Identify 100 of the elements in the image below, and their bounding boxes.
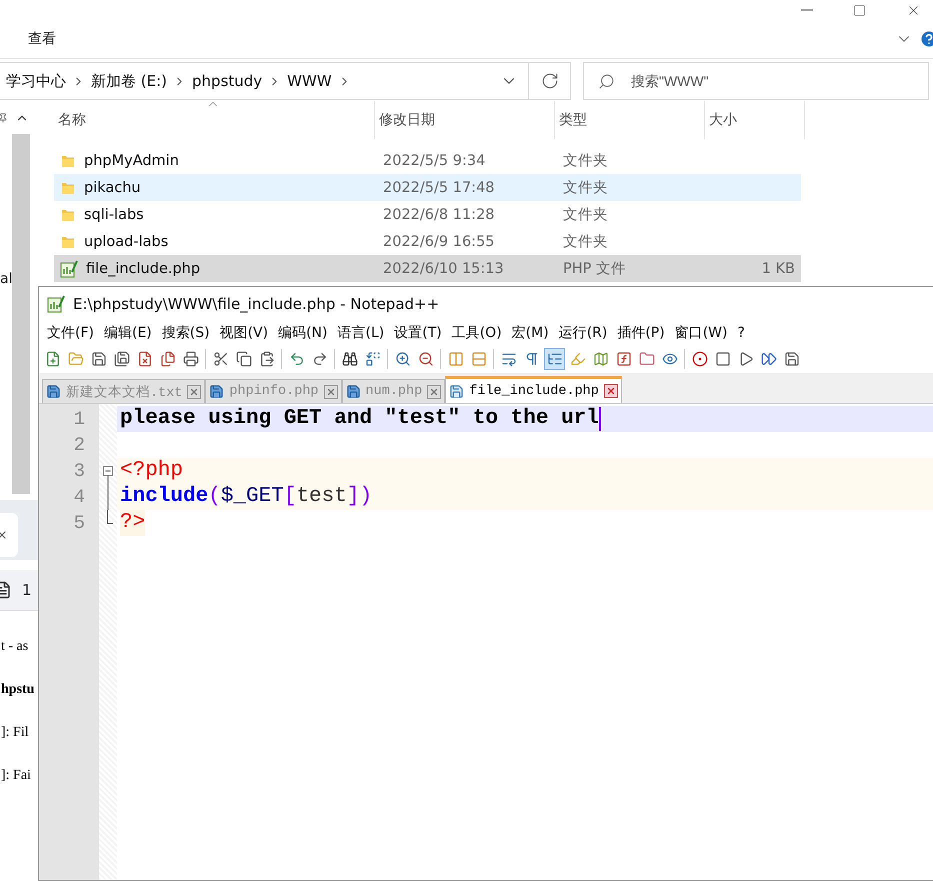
rows-icon [470, 351, 486, 367]
menu-item[interactable]: 语言(L) [332, 324, 390, 342]
fast-forward-icon [760, 351, 776, 367]
close-tab-icon[interactable] [187, 384, 202, 398]
file-name: file_include.php [86, 260, 200, 276]
menu-item[interactable]: 设置(T) [389, 324, 447, 342]
files-icon [160, 351, 176, 367]
window-title: E:\phpstudy\WWW\file_include.php - Notepad++ [73, 295, 440, 313]
save-all-icon [114, 351, 130, 367]
scrollbar-thumb[interactable] [12, 134, 30, 494]
replace-icon [364, 351, 380, 367]
save-icon [90, 351, 106, 367]
line-number: 2 [72, 433, 86, 458]
modified-date: 2022/6/9 16:55 [383, 234, 496, 250]
page-count: 1 [22, 581, 32, 599]
save-icon [209, 384, 224, 399]
file-name: pikachu [84, 180, 141, 196]
close-tab-icon[interactable] [604, 384, 618, 398]
highlighter-icon [570, 351, 586, 367]
line-number: 3 [72, 459, 86, 484]
record-icon [692, 351, 708, 367]
minimize-button[interactable] [801, 9, 813, 11]
file-name: upload-labs [84, 234, 168, 250]
binoculars-icon [342, 351, 358, 367]
page-text: ]: Fil [0, 725, 29, 741]
menu-item[interactable]: 宏(M) [506, 324, 554, 342]
refresh-button[interactable] [529, 62, 571, 100]
line-number: 5 [72, 511, 86, 536]
breadcrumb-item[interactable]: WWW [281, 72, 338, 90]
close-tab-icon[interactable] [324, 384, 338, 398]
fold-line-icon [106, 484, 108, 510]
function-icon [616, 351, 632, 367]
refresh-icon [540, 72, 558, 90]
save-icon [784, 351, 800, 367]
text-cursor [598, 407, 601, 431]
printer-icon [182, 351, 198, 367]
file-type: PHP 文件 [563, 260, 628, 278]
pin-icon [0, 112, 8, 122]
ribbon-tab[interactable]: 查看 [28, 30, 56, 48]
breadcrumb-item[interactable]: 新加卷 (E:) [85, 72, 174, 90]
new-file-icon [44, 351, 60, 367]
address-bar[interactable]: 学习中心 新加卷 (E:) phpstudy WWW [0, 62, 529, 100]
copy-icon [236, 351, 252, 367]
search-box[interactable]: 搜索"WWW" [583, 62, 929, 100]
file-row[interactable]: pikachu 2022/5/5 17:48 文件夹 [54, 174, 801, 201]
folder-icon [68, 351, 84, 367]
modified-date: 2022/5/5 9:34 [383, 152, 486, 168]
menu-item[interactable]: 搜索(S) [156, 324, 215, 342]
maximize-button[interactable] [853, 4, 866, 16]
save-icon [46, 384, 61, 399]
file-row[interactable]: file_include.php 2022/6/10 15:13 PHP 文件 1 KB [54, 255, 801, 282]
line-number: 4 [72, 485, 86, 510]
save-icon [449, 384, 464, 398]
menu-item[interactable]: 插件(P) [612, 324, 670, 342]
indent-guide-icon [546, 351, 562, 367]
file-tab[interactable]: file_include.php [445, 376, 622, 403]
line-number: 1 [72, 407, 86, 432]
eye-icon [662, 351, 678, 367]
clipboard-icon [258, 351, 274, 367]
minimize-icon [801, 9, 813, 11]
folder-icon [638, 351, 654, 367]
undo-icon [288, 351, 304, 367]
menu-item[interactable]: 编码(N) [273, 324, 332, 342]
file-name: sqli-labs [84, 206, 144, 222]
code-line: <?php [120, 458, 184, 484]
modified-date: 2022/6/10 15:13 [383, 260, 505, 276]
breadcrumb-item[interactable]: phpstudy [186, 72, 268, 90]
fold-end-icon [107, 510, 113, 524]
nav-item[interactable]: al [0, 271, 12, 287]
columns-icon [448, 351, 464, 367]
page-text: t - as [0, 639, 28, 655]
play-icon [738, 351, 754, 367]
zoom-out-icon [418, 351, 434, 367]
wrap-text-icon [500, 351, 516, 367]
menu-item[interactable]: 窗口(W) [670, 324, 732, 342]
page-text: ]: Fai [0, 768, 31, 784]
code-line: include($_GET[test]) [120, 484, 372, 510]
menu-item[interactable]: 运行(R) [554, 324, 612, 342]
breadcrumb-item[interactable]: 学习中心 [0, 72, 72, 90]
pilcrow-icon [524, 351, 540, 367]
page-text: hpstu [0, 682, 34, 698]
map-icon [592, 351, 608, 367]
code-line: please using GET and "test" to the url [120, 406, 599, 432]
notepad-icon [47, 295, 65, 313]
zoom-in-icon [394, 351, 410, 367]
maximize-icon [853, 4, 866, 16]
menu-item[interactable]: 视图(V) [214, 324, 274, 342]
file-size: 1 KB [760, 260, 796, 276]
search-icon [598, 72, 615, 90]
menu-item[interactable]: 工具(O) [446, 324, 507, 342]
close-tab-icon[interactable] [427, 384, 442, 398]
file-type: 文件夹 [563, 179, 609, 197]
menu-item[interactable]: ? [732, 325, 750, 341]
stop-icon [714, 351, 730, 367]
modified-date: 2022/6/8 11:28 [383, 206, 496, 222]
scissors-icon [212, 351, 228, 367]
menu-item[interactable]: 文件(F) [42, 324, 99, 342]
help-icon[interactable] [919, 29, 933, 49]
redo-icon [312, 351, 328, 367]
menu-item[interactable]: 编辑(E) [98, 324, 157, 342]
